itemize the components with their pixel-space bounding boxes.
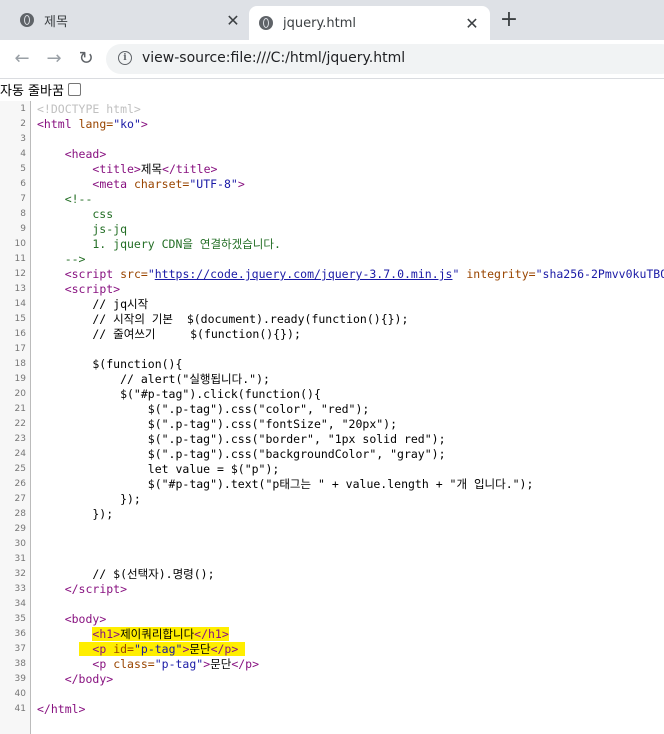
line-number: 39 <box>14 674 26 684</box>
source-code: <meta charset="UTF-8"> <box>92 177 245 191</box>
source-code: // 시작의 기본 $(document).ready(function(){}… <box>37 312 409 326</box>
line-number: 34 <box>14 599 26 609</box>
source-code: </body> <box>64 672 114 686</box>
source-code: let value = $("p"); <box>37 462 280 476</box>
source-code: --> <box>64 252 86 266</box>
back-button[interactable]: ← <box>10 47 34 71</box>
source-code: <!-- <box>64 192 93 206</box>
source-code: }); <box>37 492 141 506</box>
line-number: 12 <box>14 269 26 279</box>
source-code: js-jq <box>37 222 128 236</box>
line-number: 2 <box>20 119 26 129</box>
source-code: $(".p-tag").css("color", "red"); <box>37 402 370 416</box>
line-wrap-label: 자동 줄바꿈 <box>0 84 64 99</box>
line-number: 7 <box>20 194 26 204</box>
info-icon[interactable]: i <box>118 51 132 65</box>
tab-title: 제목 <box>44 14 68 30</box>
source-code: </html> <box>37 702 86 716</box>
source-code: $(".p-tag").css("backgroundColor", "gray… <box>37 447 446 461</box>
browser-toolbar: ← → ↻ i view-source:file:///C:/html/jque… <box>0 40 664 79</box>
new-tab-button[interactable]: + <box>497 8 521 32</box>
source-code: }); <box>37 507 114 521</box>
url-text[interactable]: view-source:file:///C:/html/jquery.html <box>142 50 405 66</box>
tab-title: jquery.html <box>283 15 357 31</box>
line-number: 20 <box>14 389 26 399</box>
source-code: // alert("실행됩니다."); <box>37 372 270 386</box>
source-code: <html lang="ko"> <box>37 117 148 131</box>
source-view: 1 <!DOCTYPE html> 2 <html lang="ko"> 3 4 <hea… <box>0 101 664 734</box>
line-wrap-bar: 자동 줄바꿈 <box>0 79 664 100</box>
line-number: 26 <box>14 479 26 489</box>
line-number: 4 <box>20 149 26 159</box>
tab-jquery-html[interactable]: jquery.html ✕ <box>249 6 490 40</box>
source-code: <body> <box>64 612 107 626</box>
line-number: 10 <box>14 239 26 249</box>
line-number: 28 <box>14 509 26 519</box>
source-code: $(".p-tag").css("border", "1px solid red… <box>37 432 446 446</box>
line-number: 6 <box>20 179 26 189</box>
tab-strip: 제목 ✕ jquery.html ✕ + <box>0 0 664 40</box>
source-code: <head> <box>64 147 107 161</box>
line-number: 32 <box>14 569 26 579</box>
line-number: 16 <box>14 329 26 339</box>
line-number: 27 <box>14 494 26 504</box>
globe-icon <box>259 16 273 30</box>
line-number: 19 <box>14 374 26 384</box>
line-number: 29 <box>14 524 26 534</box>
line-number: 35 <box>14 614 26 624</box>
source-code: $(function(){ <box>37 357 183 371</box>
tab-title-page[interactable]: 제목 ✕ <box>0 0 245 40</box>
source-code: <h1>제이쿼리합니다</h1> <box>92 627 229 641</box>
line-number: 9 <box>20 224 26 234</box>
source-code: // jq시작 <box>37 297 149 311</box>
line-number: 41 <box>14 704 26 714</box>
source-code: 1. jquery CDN을 연결하겠습니다. <box>37 237 281 251</box>
line-number: 37 <box>14 644 26 654</box>
line-number: 3 <box>20 134 26 144</box>
source-code: $(".p-tag").css("fontSize", "20px"); <box>37 417 398 431</box>
line-number: 23 <box>14 434 26 444</box>
close-icon[interactable]: ✕ <box>462 14 482 33</box>
globe-icon <box>20 13 34 27</box>
line-number: 36 <box>14 629 26 639</box>
line-number: 30 <box>14 539 26 549</box>
line-number: 33 <box>14 584 26 594</box>
line-number: 38 <box>14 659 26 669</box>
line-wrap-checkbox[interactable] <box>67 83 81 96</box>
line-number: 17 <box>14 344 26 354</box>
forward-button[interactable]: → <box>42 47 66 71</box>
source-code: <title>제목</title> <box>92 162 218 176</box>
line-number: 8 <box>20 209 26 219</box>
line-number: 21 <box>14 404 26 414</box>
source-code: <script> <box>64 282 121 296</box>
source-code: <script src="https://code.jquery.com/jqu… <box>64 267 664 281</box>
line-number: 15 <box>14 314 26 324</box>
line-number: 5 <box>20 164 26 174</box>
source-code: <p id="p-tag">문단</p> <box>37 642 246 657</box>
source-code: // $(선택자).명령(); <box>37 567 215 581</box>
source-code: css <box>37 207 114 221</box>
line-number: 18 <box>14 359 26 369</box>
line-number: 25 <box>14 464 26 474</box>
source-code: $("#p-tag").click(function(){ <box>37 387 321 401</box>
line-number: 11 <box>14 254 26 264</box>
line-number: 1 <box>20 104 26 114</box>
line-number: 14 <box>14 299 26 309</box>
line-number: 22 <box>14 419 26 429</box>
source-code: $("#p-tag").text("p태그는 " + value.length … <box>37 477 534 491</box>
line-number: 13 <box>14 284 26 294</box>
source-code: <!DOCTYPE html> <box>37 102 141 116</box>
source-code: // 줄여쓰기 $(function(){}); <box>37 327 301 341</box>
close-icon[interactable]: ✕ <box>223 11 243 30</box>
source-code: </script> <box>64 582 128 596</box>
source-code: <p class="p-tag">문단</p> <box>92 657 260 671</box>
line-number: 40 <box>14 689 26 699</box>
address-bar[interactable]: i view-source:file:///C:/html/jquery.htm… <box>106 44 664 74</box>
line-number: 24 <box>14 449 26 459</box>
reload-button[interactable]: ↻ <box>74 47 98 71</box>
line-number: 31 <box>14 554 26 564</box>
